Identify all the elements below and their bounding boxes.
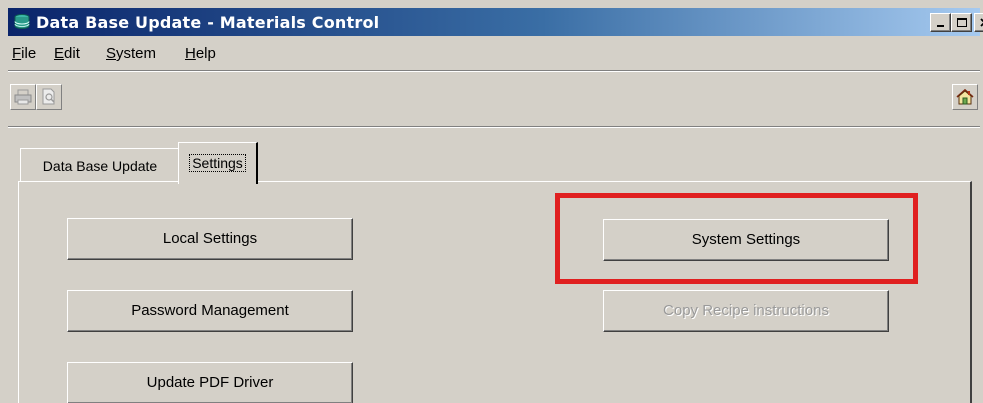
maximize-icon bbox=[957, 18, 967, 27]
menu-separator bbox=[8, 70, 980, 72]
print-button[interactable] bbox=[10, 84, 36, 110]
print-preview-icon bbox=[42, 88, 55, 105]
tab-data-base-update-label: Data Base Update bbox=[42, 158, 158, 174]
menu-help-label: elp bbox=[195, 45, 216, 62]
toolbar-separator bbox=[8, 126, 980, 128]
home-icon bbox=[956, 88, 974, 105]
tab-data-base-update[interactable]: Data Base Update bbox=[20, 148, 180, 182]
minimize-icon bbox=[937, 25, 944, 27]
menu-help-mnemonic: H bbox=[185, 45, 196, 62]
menu-system-mnemonic: S bbox=[106, 45, 117, 62]
menu-file-label: ile bbox=[21, 45, 37, 62]
menu-edit-mnemonic: E bbox=[54, 45, 65, 62]
close-icon bbox=[980, 18, 983, 27]
copy-recipe-instructions-button: Copy Recipe instructions bbox=[603, 290, 889, 332]
menu-edit[interactable]: Edit bbox=[54, 45, 80, 62]
home-button[interactable] bbox=[952, 84, 978, 110]
highlight-annotation bbox=[555, 193, 918, 284]
update-pdf-driver-button[interactable]: Update PDF Driver bbox=[67, 362, 353, 403]
minimize-button[interactable] bbox=[930, 13, 951, 32]
menu-help[interactable]: Help bbox=[185, 45, 216, 62]
tab-settings-label: Settings bbox=[189, 154, 246, 172]
database-icon bbox=[13, 13, 31, 31]
close-button[interactable] bbox=[974, 13, 983, 32]
toolbar bbox=[8, 76, 980, 120]
window-title: Data Base Update - Materials Control bbox=[36, 13, 380, 32]
menu-file[interactable]: File bbox=[12, 45, 36, 62]
main-window: Data Base Update - Materials Control Fil… bbox=[0, 0, 983, 403]
maximize-button[interactable] bbox=[951, 13, 972, 32]
password-management-button[interactable]: Password Management bbox=[67, 290, 353, 332]
menu-bar: File Edit System Help bbox=[8, 42, 980, 66]
menu-system-label: ystem bbox=[116, 45, 157, 62]
menu-system[interactable]: System bbox=[106, 45, 156, 62]
print-preview-button[interactable] bbox=[36, 84, 62, 110]
menu-edit-label: dit bbox=[64, 45, 80, 62]
print-icon bbox=[14, 89, 32, 105]
local-settings-button[interactable]: Local Settings bbox=[67, 218, 353, 260]
tab-settings[interactable]: Settings bbox=[178, 142, 258, 184]
menu-file-mnemonic: F bbox=[12, 45, 22, 62]
title-bar[interactable]: Data Base Update - Materials Control bbox=[8, 8, 983, 36]
